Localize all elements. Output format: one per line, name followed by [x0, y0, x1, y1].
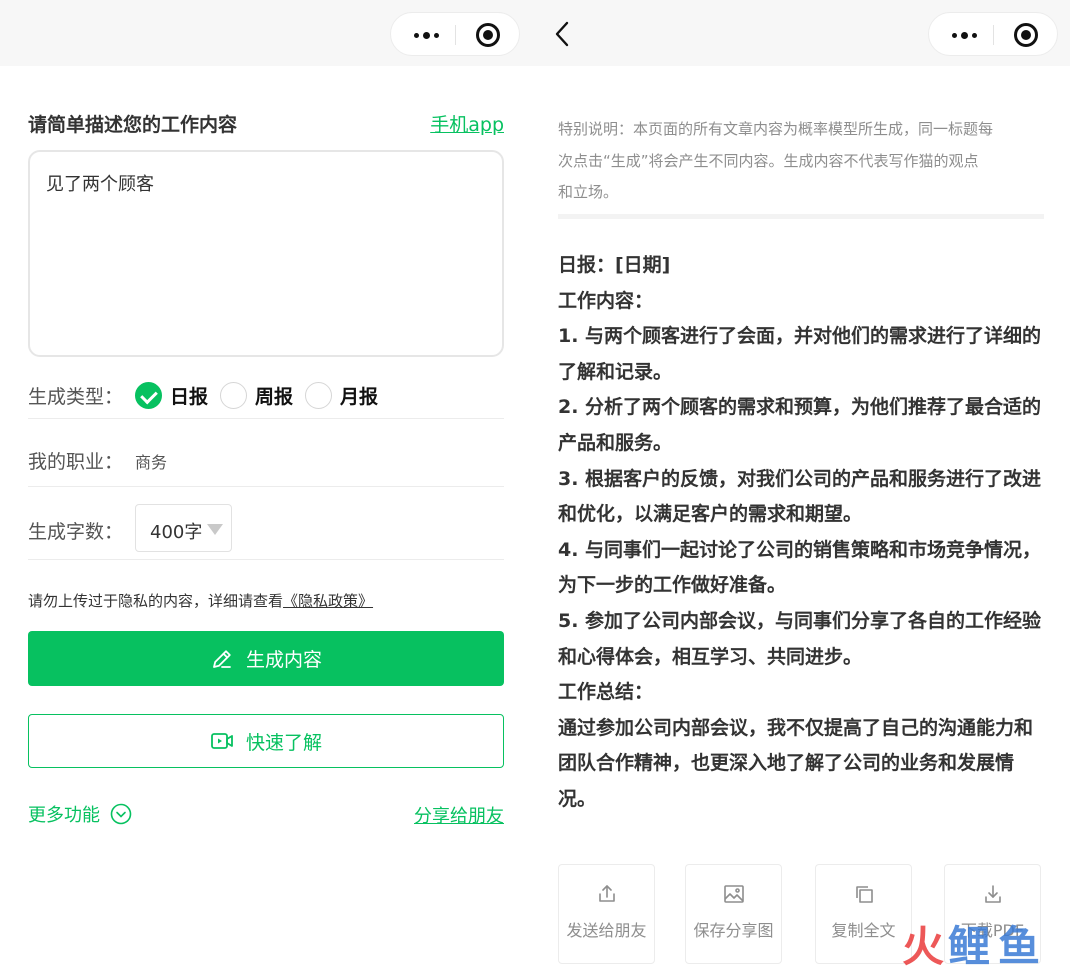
report-type-label: 生成类型： — [28, 386, 124, 408]
report-line: 工作总结： — [558, 681, 654, 704]
notice-line: 和立场。 — [558, 183, 619, 201]
privacy-text: 请勿上传过于隐私的内容，详细请查看 — [28, 592, 284, 610]
chevron-left-icon[interactable] — [552, 20, 574, 48]
target-circle-icon[interactable] — [476, 23, 500, 47]
report-line: 通过参加公司内部会议，我不仅提高了自己的沟通能力和 — [558, 716, 1034, 739]
more-features-toggle[interactable]: 更多功能 — [28, 801, 132, 827]
mini-program-capsule — [390, 12, 520, 56]
capsule-divider — [993, 25, 994, 45]
radio-weekly[interactable]: 周报 — [220, 380, 293, 410]
job-row: 我的职业： 商务 — [28, 419, 504, 487]
report-line: 和心得体会，相互学习、共同进步。 — [558, 645, 863, 668]
report-line: 5. 参加了公司内部会议，与同事们分享了各自的工作经验 — [558, 609, 1042, 632]
radio-weekly-label: 周报 — [255, 385, 294, 408]
capsule-divider — [455, 25, 456, 45]
section-divider — [558, 214, 1044, 219]
mini-program-capsule — [928, 12, 1058, 56]
radio-monthly[interactable]: 月报 — [305, 380, 378, 410]
watermark-logo: 火 鲤 鱼 — [902, 922, 1040, 970]
svg-text:鲤: 鲤 — [948, 922, 990, 970]
report-line: 况。 — [558, 787, 597, 810]
radio-circle-icon — [220, 381, 247, 409]
report-line: 和优化，以满足客户的需求和期望。 — [558, 503, 863, 526]
top-bar — [532, 0, 1070, 66]
pencil-icon — [213, 649, 231, 668]
work-content-textarea[interactable]: 见了两个顾客 — [28, 150, 504, 357]
generated-report: 日报：[日期] 工作内容： 1. 与两个顾客进行了会面，并对他们的需求进行了详细… — [558, 248, 1048, 818]
top-bar — [0, 0, 532, 66]
more-features-label: 更多功能 — [28, 805, 100, 826]
form-title: 请简单描述您的工作内容 — [28, 114, 238, 136]
chevron-down-circle-icon — [110, 803, 132, 825]
notice-line: 特别说明：本页面的所有文章内容为概率模型所生成，同一标题每 — [558, 120, 994, 138]
copy-icon — [856, 886, 873, 903]
download-icon — [985, 885, 1001, 903]
mobile-app-link[interactable]: 手机app — [430, 110, 504, 137]
generate-button-label: 生成内容 — [245, 649, 322, 671]
caret-down-icon — [207, 524, 223, 535]
radio-daily[interactable]: 日报 — [135, 380, 208, 410]
report-line: 4. 与同事们一起讨论了公司的销售策略和市场竞争情况， — [558, 538, 1042, 561]
video-icon — [211, 733, 233, 749]
report-line: 为下一步的工作做好准备。 — [558, 574, 787, 597]
quick-intro-label: 快速了解 — [245, 731, 322, 754]
radio-monthly-label: 月报 — [340, 385, 379, 408]
save-share-image-label: 保存分享图 — [693, 921, 774, 940]
report-line: 工作内容： — [558, 289, 654, 312]
generate-button[interactable]: 生成内容 — [28, 631, 504, 686]
form-panel: 请简单描述您的工作内容 手机app 见了两个顾客 生成类型： 日报 周报 月报 … — [0, 0, 532, 970]
word-count-value: 400字 — [150, 522, 203, 543]
image-icon — [724, 885, 744, 903]
svg-text:火: 火 — [902, 922, 944, 970]
job-label: 我的职业： — [28, 451, 124, 473]
target-circle-icon[interactable] — [1014, 23, 1038, 47]
check-circle-icon — [135, 381, 162, 409]
share-to-friend-link[interactable]: 分享给朋友 — [414, 802, 504, 828]
report-line: 3. 根据客户的反馈，对我们公司的产品和服务进行了改进 — [558, 467, 1042, 490]
radio-daily-label: 日报 — [170, 385, 209, 408]
share-upload-icon — [599, 885, 615, 902]
word-count-label: 生成字数： — [28, 521, 124, 543]
report-line: 产品和服务。 — [558, 431, 673, 454]
report-line: 1. 与两个顾客进行了会面，并对他们的需求进行了详细的 — [558, 325, 1042, 348]
word-count-select[interactable]: 400字 — [135, 504, 232, 552]
more-dots-icon[interactable] — [949, 25, 979, 45]
report-line: 了解和记录。 — [558, 360, 673, 383]
report-line: 团队合作精神，也更深入地了解了公司的业务和发展情 — [558, 752, 1015, 775]
quick-intro-button[interactable]: 快速了解 — [28, 714, 504, 768]
copy-all-button[interactable]: 复制全文 — [815, 864, 912, 964]
privacy-notice: 请勿上传过于隐私的内容，详细请查看《隐私政策》 — [28, 590, 373, 611]
report-line: 2. 分析了两个顾客的需求和预算，为他们推荐了最合适的 — [558, 396, 1042, 419]
notice-line: 次点击“生成”将会产生不同内容。生成内容不代表写作猫的观点 — [558, 151, 979, 170]
radio-circle-icon — [305, 381, 332, 409]
job-value[interactable]: 商务 — [135, 449, 167, 473]
report-line: 日报：[日期] — [558, 254, 671, 276]
word-count-row: 生成字数： 400字 — [28, 487, 504, 560]
save-share-image-button[interactable]: 保存分享图 — [685, 864, 782, 964]
more-dots-icon[interactable] — [411, 25, 441, 45]
result-panel: 特别说明：本页面的所有文章内容为概率模型所生成，同一标题每 次点击“生成”将会产… — [532, 0, 1070, 970]
send-to-friend-label: 发送给朋友 — [566, 921, 647, 940]
report-type-row: 生成类型： 日报 周报 月报 — [28, 372, 504, 419]
privacy-policy-link[interactable]: 《隐私政策》 — [283, 592, 373, 610]
copy-all-label: 复制全文 — [831, 921, 896, 940]
send-to-friend-button[interactable]: 发送给朋友 — [558, 864, 655, 964]
svg-text:鱼: 鱼 — [998, 922, 1040, 970]
disclaimer-notice: 特别说明：本页面的所有文章内容为概率模型所生成，同一标题每 次点击“生成”将会产… — [558, 114, 1044, 209]
